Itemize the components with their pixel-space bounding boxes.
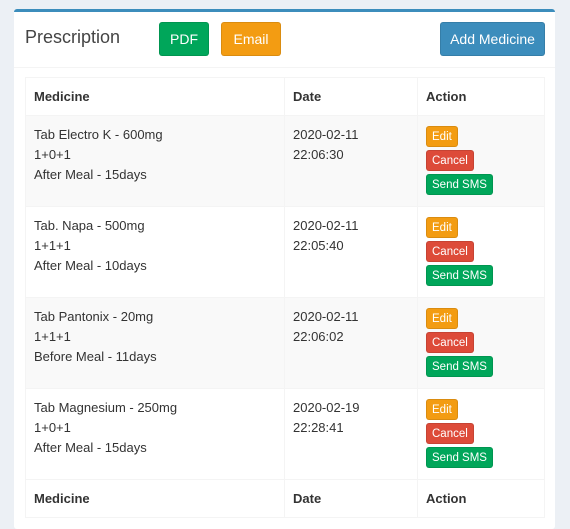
send-sms-button[interactable]: Send SMS [426, 174, 493, 195]
prescription-table: Medicine Date Action Tab Electro K - 600… [25, 77, 545, 518]
page-title: Prescription [25, 27, 121, 47]
column-footer-date: Date [284, 479, 418, 518]
cancel-button[interactable]: Cancel [426, 423, 474, 444]
cancel-button[interactable]: Cancel [426, 332, 474, 353]
table-row: Tab. Napa - 500mg 1+1+1 After Meal - 10day… [25, 206, 545, 298]
medicine-dose: 1+0+1 [34, 147, 71, 162]
medicine-name: Tab. Napa - 500mg [34, 218, 145, 233]
edit-button[interactable]: Edit [426, 308, 458, 329]
medicine-instruction: After Meal - 15days [34, 167, 147, 182]
time: 22:06:02 [293, 329, 344, 344]
date-cell: 2020-02-11 22:05:40 [284, 206, 418, 298]
table-row: Tab Electro K - 600mg 1+0+1 After Meal - 1… [25, 115, 545, 207]
send-sms-button[interactable]: Send SMS [426, 265, 493, 286]
medicine-name: Tab Electro K - 600mg [34, 127, 163, 142]
edit-button[interactable]: Edit [426, 126, 458, 147]
date: 2020-02-19 [293, 400, 360, 415]
add-medicine-button[interactable]: Add Medicine [440, 22, 545, 56]
date-cell: 2020-02-11 22:06:30 [284, 115, 418, 207]
time: 22:05:40 [293, 238, 344, 253]
send-sms-button[interactable]: Send SMS [426, 447, 493, 468]
action-cell: Edit Cancel Send SMS [417, 115, 545, 207]
medicine-dose: 1+0+1 [34, 420, 71, 435]
date-cell: 2020-02-19 22:28:41 [284, 388, 418, 480]
medicine-instruction: After Meal - 15days [34, 440, 147, 455]
edit-button[interactable]: Edit [426, 217, 458, 238]
action-cell: Edit Cancel Send SMS [417, 206, 545, 298]
medicine-name: Tab Pantonix - 20mg [34, 309, 154, 324]
medicine-cell: Tab Pantonix - 20mg 1+1+1 Before Meal - 11… [25, 297, 285, 389]
send-sms-button[interactable]: Send SMS [426, 356, 493, 377]
medicine-cell: Tab Electro K - 600mg 1+0+1 After Meal - 1… [25, 115, 285, 207]
action-cell: Edit Cancel Send SMS [417, 388, 545, 480]
pdf-button[interactable]: PDF [159, 22, 209, 56]
prescription-box: Prescription PDF Email Add Medicine Medi… [14, 9, 555, 529]
medicine-instruction: Before Meal - 11days [34, 349, 157, 364]
medicine-instruction: After Meal - 10days [34, 258, 147, 273]
date-cell: 2020-02-11 22:06:02 [284, 297, 418, 389]
column-header-medicine: Medicine [25, 77, 285, 116]
medicine-cell: Tab Magnesium - 250mg 1+0+1 After Meal - 1… [25, 388, 285, 480]
time: 22:28:41 [293, 420, 344, 435]
column-footer-action: Action [417, 479, 545, 518]
cancel-button[interactable]: Cancel [426, 241, 474, 262]
column-header-action: Action [417, 77, 545, 116]
time: 22:06:30 [293, 147, 344, 162]
medicine-dose: 1+1+1 [34, 238, 71, 253]
box-header: Prescription PDF Email Add Medicine [14, 12, 555, 68]
cancel-button[interactable]: Cancel [426, 150, 474, 171]
table-row: Tab Magnesium - 250mg 1+0+1 After Meal - 1… [25, 388, 545, 480]
email-button[interactable]: Email [221, 22, 281, 56]
date: 2020-02-11 [293, 127, 359, 142]
table-row: Tab Pantonix - 20mg 1+1+1 Before Meal - 11… [25, 297, 545, 389]
edit-button[interactable]: Edit [426, 399, 458, 420]
medicine-dose: 1+1+1 [34, 329, 71, 344]
action-cell: Edit Cancel Send SMS [417, 297, 545, 389]
column-footer-medicine: Medicine [25, 479, 285, 518]
medicine-cell: Tab. Napa - 500mg 1+1+1 After Meal - 10day… [25, 206, 285, 298]
date: 2020-02-11 [293, 218, 359, 233]
date: 2020-02-11 [293, 309, 359, 324]
column-header-date: Date [284, 77, 418, 116]
medicine-name: Tab Magnesium - 250mg [34, 400, 178, 415]
